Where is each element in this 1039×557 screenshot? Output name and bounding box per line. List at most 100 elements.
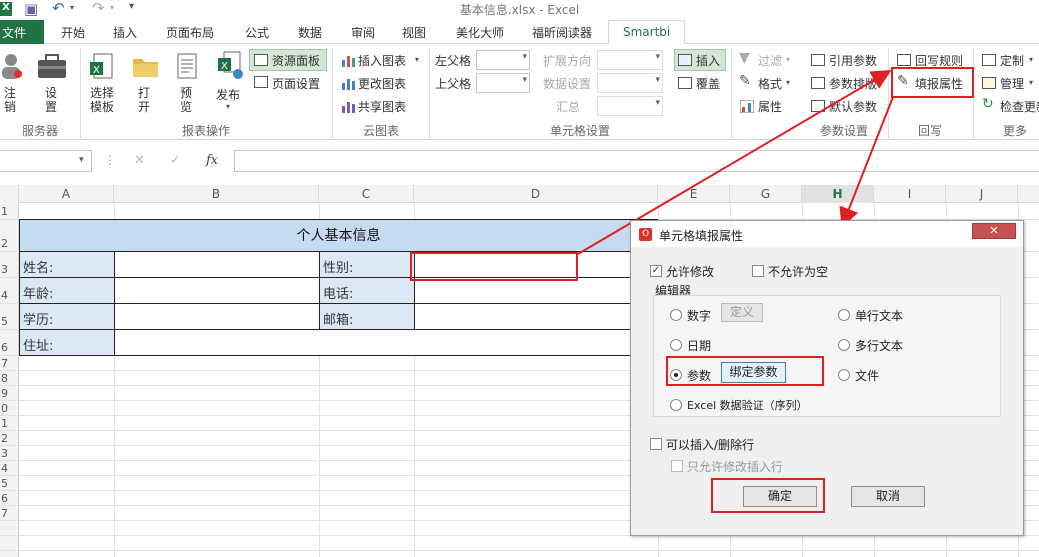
single-text-radio[interactable] — [838, 309, 850, 321]
row-number[interactable]: 0 — [0, 402, 18, 415]
row-number[interactable]: 1 — [0, 205, 18, 218]
default-param-button[interactable]: 默认参数 — [829, 98, 877, 115]
param-layout-button[interactable]: 参数排版 — [829, 75, 877, 92]
summary-select[interactable] — [597, 96, 663, 116]
format-dropdown-icon[interactable]: ▾ — [786, 78, 790, 87]
left-parent-select[interactable] — [476, 50, 530, 70]
cancel-button[interactable]: 取消 — [851, 486, 925, 507]
manage-button[interactable]: 管理 — [1000, 75, 1024, 92]
tab-page-layout[interactable]: 页面布局 — [166, 24, 214, 41]
custom-dropdown-icon[interactable]: ▾ — [1029, 55, 1033, 64]
address-value-cell[interactable] — [114, 329, 659, 356]
phone-label-cell[interactable]: 电话: — [319, 277, 415, 304]
email-value-cell[interactable] — [414, 303, 659, 330]
row-number[interactable]: 4 — [0, 289, 18, 302]
name-value-cell[interactable] — [114, 251, 320, 278]
name-label-cell[interactable]: 姓名: — [19, 251, 115, 278]
dialog-close-button[interactable]: ✕ — [972, 223, 1016, 239]
change-chart-button[interactable]: 更改图表 — [358, 75, 406, 92]
col-header-e[interactable]: E — [658, 185, 730, 203]
page-setup-button[interactable]: 页面设置 — [272, 75, 320, 92]
ref-param-button[interactable]: 引用参数 — [829, 52, 877, 69]
insert-chart-dropdown-icon[interactable]: ▾ — [415, 55, 419, 64]
resource-panel-button[interactable]: 资源面板 — [272, 52, 320, 69]
select-all-corner[interactable] — [0, 185, 19, 203]
manage-dropdown-icon[interactable]: ▾ — [1029, 78, 1033, 87]
row-number[interactable]: 7 — [0, 507, 18, 520]
logout-button[interactable]: 注 销 — [4, 86, 16, 114]
form-title-cell[interactable]: 个人基本信息 — [19, 219, 658, 252]
age-value-cell[interactable] — [114, 277, 320, 304]
tab-review[interactable]: 审阅 — [351, 24, 375, 41]
cancel-edit-icon[interactable]: ✕ — [134, 153, 145, 168]
publish-dropdown-icon[interactable]: ▾ — [226, 102, 230, 111]
confirm-edit-icon[interactable]: ✓ — [170, 153, 181, 168]
expand-direction-select[interactable] — [597, 50, 663, 70]
number-radio[interactable] — [670, 309, 682, 321]
open-button[interactable]: 打 开 — [138, 86, 150, 114]
tab-data[interactable]: 数据 — [298, 24, 322, 41]
name-box-dropdown-icon[interactable]: ▾ — [79, 155, 84, 165]
row-number[interactable]: 2 — [0, 237, 18, 250]
allow-edit-checkbox[interactable]: ✓ — [650, 265, 662, 277]
age-label-cell[interactable]: 年龄: — [19, 277, 115, 304]
col-header-d[interactable]: D — [414, 185, 658, 203]
row-number[interactable]: 5 — [0, 315, 18, 328]
email-label-cell[interactable]: 邮箱: — [319, 303, 415, 330]
formula-input[interactable] — [234, 150, 1039, 172]
date-radio[interactable] — [670, 339, 682, 351]
insert-mode-button[interactable]: 插入 — [696, 52, 720, 69]
tab-view[interactable]: 视图 — [402, 24, 426, 41]
top-parent-select[interactable] — [476, 73, 530, 93]
row-number[interactable]: 6 — [0, 341, 18, 354]
share-chart-button[interactable]: 共享图表 — [358, 98, 406, 115]
insert-delete-checkbox[interactable] — [650, 438, 662, 450]
data-setting-select[interactable] — [597, 73, 663, 93]
tab-home[interactable]: 开始 — [61, 24, 85, 41]
tab-smartbi[interactable]: Smartbi — [608, 20, 686, 45]
file-radio[interactable] — [838, 369, 850, 381]
preview-button[interactable]: 预 览 — [180, 86, 192, 114]
gender-label-cell[interactable]: 性别: — [319, 251, 415, 278]
format-button[interactable]: 格式 — [758, 75, 782, 92]
publish-button[interactable]: 发布 — [216, 86, 240, 103]
row-number[interactable]: 3 — [0, 263, 18, 276]
address-label-cell[interactable]: 住址: — [19, 329, 115, 356]
settings-button[interactable]: 设 置 — [45, 86, 57, 114]
not-empty-checkbox[interactable] — [752, 265, 764, 277]
phone-value-cell[interactable] — [414, 277, 659, 304]
col-header-j[interactable]: J — [946, 185, 1018, 203]
filter-dropdown-icon[interactable]: ▾ — [786, 55, 790, 64]
row-number[interactable]: 2 — [0, 432, 18, 445]
col-header-h[interactable]: H — [802, 185, 874, 203]
filter-button[interactable]: 过滤 — [758, 52, 782, 69]
row-number[interactable]: 4 — [0, 462, 18, 475]
row-number[interactable]: 7 — [0, 357, 18, 370]
col-header-c[interactable]: C — [319, 185, 414, 203]
row-number[interactable]: 3 — [0, 447, 18, 460]
education-label-cell[interactable]: 学历: — [19, 303, 115, 330]
insert-function-icon[interactable]: fx — [206, 153, 218, 168]
tab-beautify[interactable]: 美化大师 — [456, 24, 504, 41]
tab-foxit[interactable]: 福昕阅读器 — [532, 24, 592, 41]
col-header-b[interactable]: B — [114, 185, 319, 203]
select-template-button[interactable]: 选择 模板 — [90, 86, 114, 114]
check-update-button[interactable]: 检查更新 — [1000, 98, 1039, 115]
property-button[interactable]: 属性 — [758, 98, 782, 115]
education-value-cell[interactable] — [114, 303, 320, 330]
excel-validation-radio[interactable] — [670, 399, 682, 411]
col-header-g[interactable]: G — [730, 185, 802, 203]
row-number[interactable]: 1 — [0, 417, 18, 430]
tab-formulas[interactable]: 公式 — [245, 24, 269, 41]
row-number[interactable]: 5 — [0, 477, 18, 490]
tab-insert[interactable]: 插入 — [113, 24, 137, 41]
insert-chart-button[interactable]: 插入图表 — [358, 52, 406, 69]
define-button[interactable]: 定义 — [721, 303, 763, 322]
multi-text-radio[interactable] — [838, 339, 850, 351]
only-insert-checkbox[interactable] — [671, 460, 683, 472]
cover-mode-button[interactable]: 覆盖 — [696, 75, 720, 92]
col-header-i[interactable]: I — [874, 185, 946, 203]
row-number[interactable]: 9 — [0, 387, 18, 400]
tab-file[interactable]: 文件 — [0, 20, 44, 44]
row-number[interactable]: 8 — [0, 372, 18, 385]
